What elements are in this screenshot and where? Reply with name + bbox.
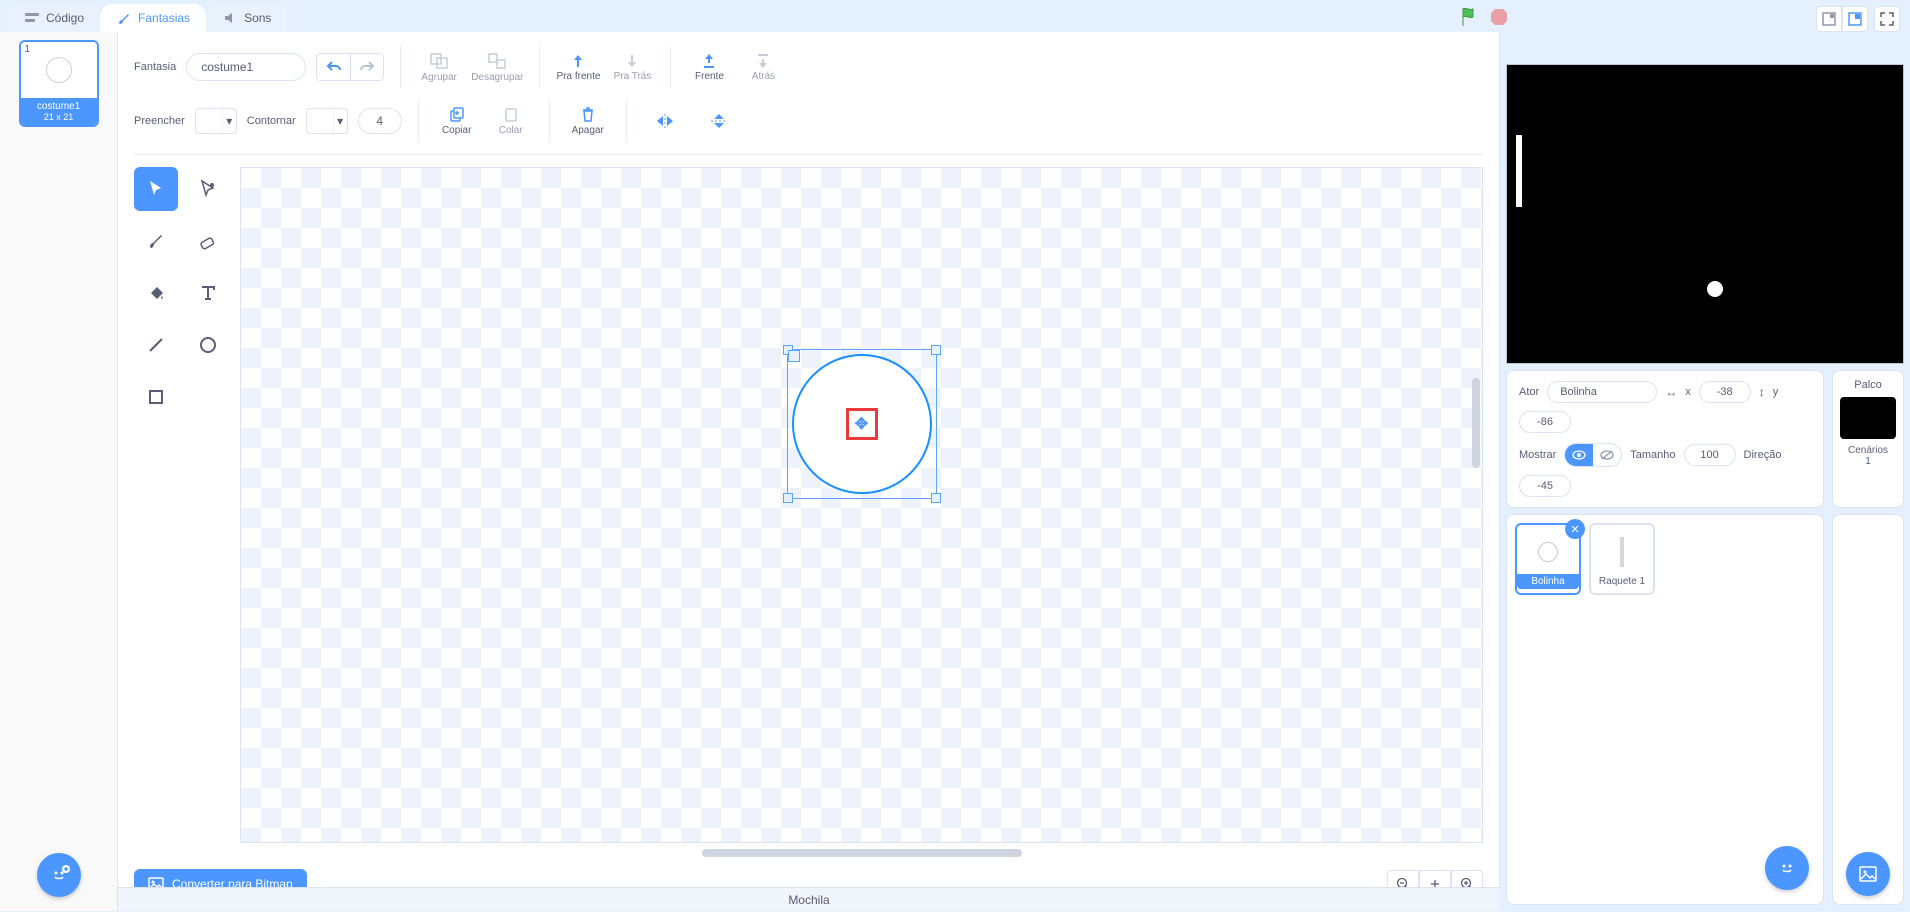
redo-button[interactable] [350,53,384,81]
y-icon: ↕ [1759,385,1765,399]
costume-list: 1 costume1 21 x 21 [0,32,118,911]
canvas-h-scrollbar[interactable] [702,849,1022,857]
costume-thumb-dim: 21 x 21 [21,112,97,122]
costume-name-label: Fantasia [134,61,176,73]
sprite-info-panel: Ator ↔ x ↕ y Mostrar Tamanho [1506,370,1824,508]
reshape-tool[interactable] [186,167,230,211]
editor-tabs: Código Fantasias Sons [0,0,1910,32]
copy-button[interactable]: Copiar [435,107,479,136]
sprite-direction-input[interactable] [1519,475,1571,497]
costume-thumb-name: costume1 [21,101,97,112]
costume-number: 1 [25,44,31,55]
canvas-selection[interactable]: ✥ [787,349,937,499]
stage-paddle [1516,135,1522,207]
tab-costumes[interactable]: Fantasias [100,4,206,32]
front-button[interactable]: Frente [687,53,731,82]
text-tool[interactable] [186,271,230,315]
tool-palette [134,167,230,857]
hide-button[interactable] [1593,444,1621,466]
fill-color-picker[interactable]: ▾ [195,108,237,134]
costume-name-input[interactable] [186,53,306,81]
stage-panel[interactable]: Palco Cenários 1 [1832,370,1904,508]
tab-costumes-label: Fantasias [138,11,190,25]
back-button[interactable]: Atrás [741,53,785,82]
paste-button[interactable]: Colar [489,107,533,136]
backward-button[interactable]: Pra Trás [610,53,654,82]
brush-icon [116,10,132,26]
add-sprite-button[interactable] [1765,846,1809,890]
costume-thumb-1[interactable]: 1 costume1 21 x 21 [19,40,99,127]
code-icon [24,10,40,26]
canvas-v-scrollbar[interactable] [1472,378,1480,468]
add-costume-button[interactable] [37,853,81,897]
delete-sprite-button[interactable]: ✕ [1565,519,1585,539]
run-controls [1460,6,1508,28]
green-flag-icon[interactable] [1460,6,1480,28]
sprite-x-input[interactable] [1699,381,1751,403]
eraser-tool[interactable] [186,219,230,263]
paint-canvas[interactable]: ✥ [240,167,1483,843]
paint-editor: Fantasia Agrupar Desagrupar Pra frente P… [118,32,1500,911]
outline-label: Contornar [247,115,296,127]
direction-label: Direção [1744,449,1782,461]
stage-large-button[interactable] [1842,6,1868,32]
stage-size-controls [1816,6,1900,32]
sprite-tile-bolinha[interactable]: ✕ Bolinha [1515,523,1581,595]
ungroup-button[interactable]: Desagrupar [471,52,523,83]
group-button[interactable]: Agrupar [417,52,461,83]
undo-button[interactable] [316,53,350,81]
fill-label: Preencher [134,115,185,127]
xy-icon: ↔ [1665,385,1677,399]
outline-width-input[interactable] [358,108,402,134]
stage-preview[interactable] [1506,64,1904,364]
delete-button[interactable]: Apagar [566,107,610,136]
line-tool[interactable] [134,323,178,367]
tab-code-label: Código [46,11,84,25]
show-label: Mostrar [1519,449,1556,461]
sprite-size-input[interactable] [1684,444,1736,466]
forward-button[interactable]: Pra frente [556,53,600,82]
stage-thumb [1840,397,1896,439]
show-button[interactable] [1565,444,1593,466]
tab-code[interactable]: Código [8,4,100,32]
sound-icon [222,10,238,26]
visibility-toggle [1564,443,1622,467]
center-crosshair-icon: ✥ [846,408,878,440]
select-tool[interactable] [134,167,178,211]
tab-sounds[interactable]: Sons [206,4,287,32]
fill-tool[interactable] [134,271,178,315]
size-label: Tamanho [1630,449,1675,461]
stage-ball [1707,281,1723,297]
flip-horizontal-button[interactable] [643,113,687,129]
brush-tool[interactable] [134,219,178,263]
sprite-name-input[interactable] [1547,381,1657,403]
sprite-tile-raquete[interactable]: Raquete 1 [1589,523,1655,595]
stage-small-button[interactable] [1816,6,1842,32]
stage-backdrop-panel [1832,514,1904,905]
stop-icon[interactable] [1490,8,1508,26]
costume-preview [21,42,97,98]
circle-tool[interactable] [186,323,230,367]
sprite-list: ✕ Bolinha Raquete 1 [1506,514,1824,905]
backpack-bar[interactable]: Mochila [118,887,1500,911]
tab-sounds-label: Sons [244,11,271,25]
flip-vertical-button[interactable] [697,113,741,129]
rect-tool[interactable] [134,375,178,419]
sprite-y-input[interactable] [1519,411,1571,433]
fullscreen-button[interactable] [1874,6,1900,32]
outline-color-picker[interactable]: ▾ [306,108,348,134]
actor-label: Ator [1519,386,1539,398]
add-backdrop-button[interactable] [1846,852,1890,896]
